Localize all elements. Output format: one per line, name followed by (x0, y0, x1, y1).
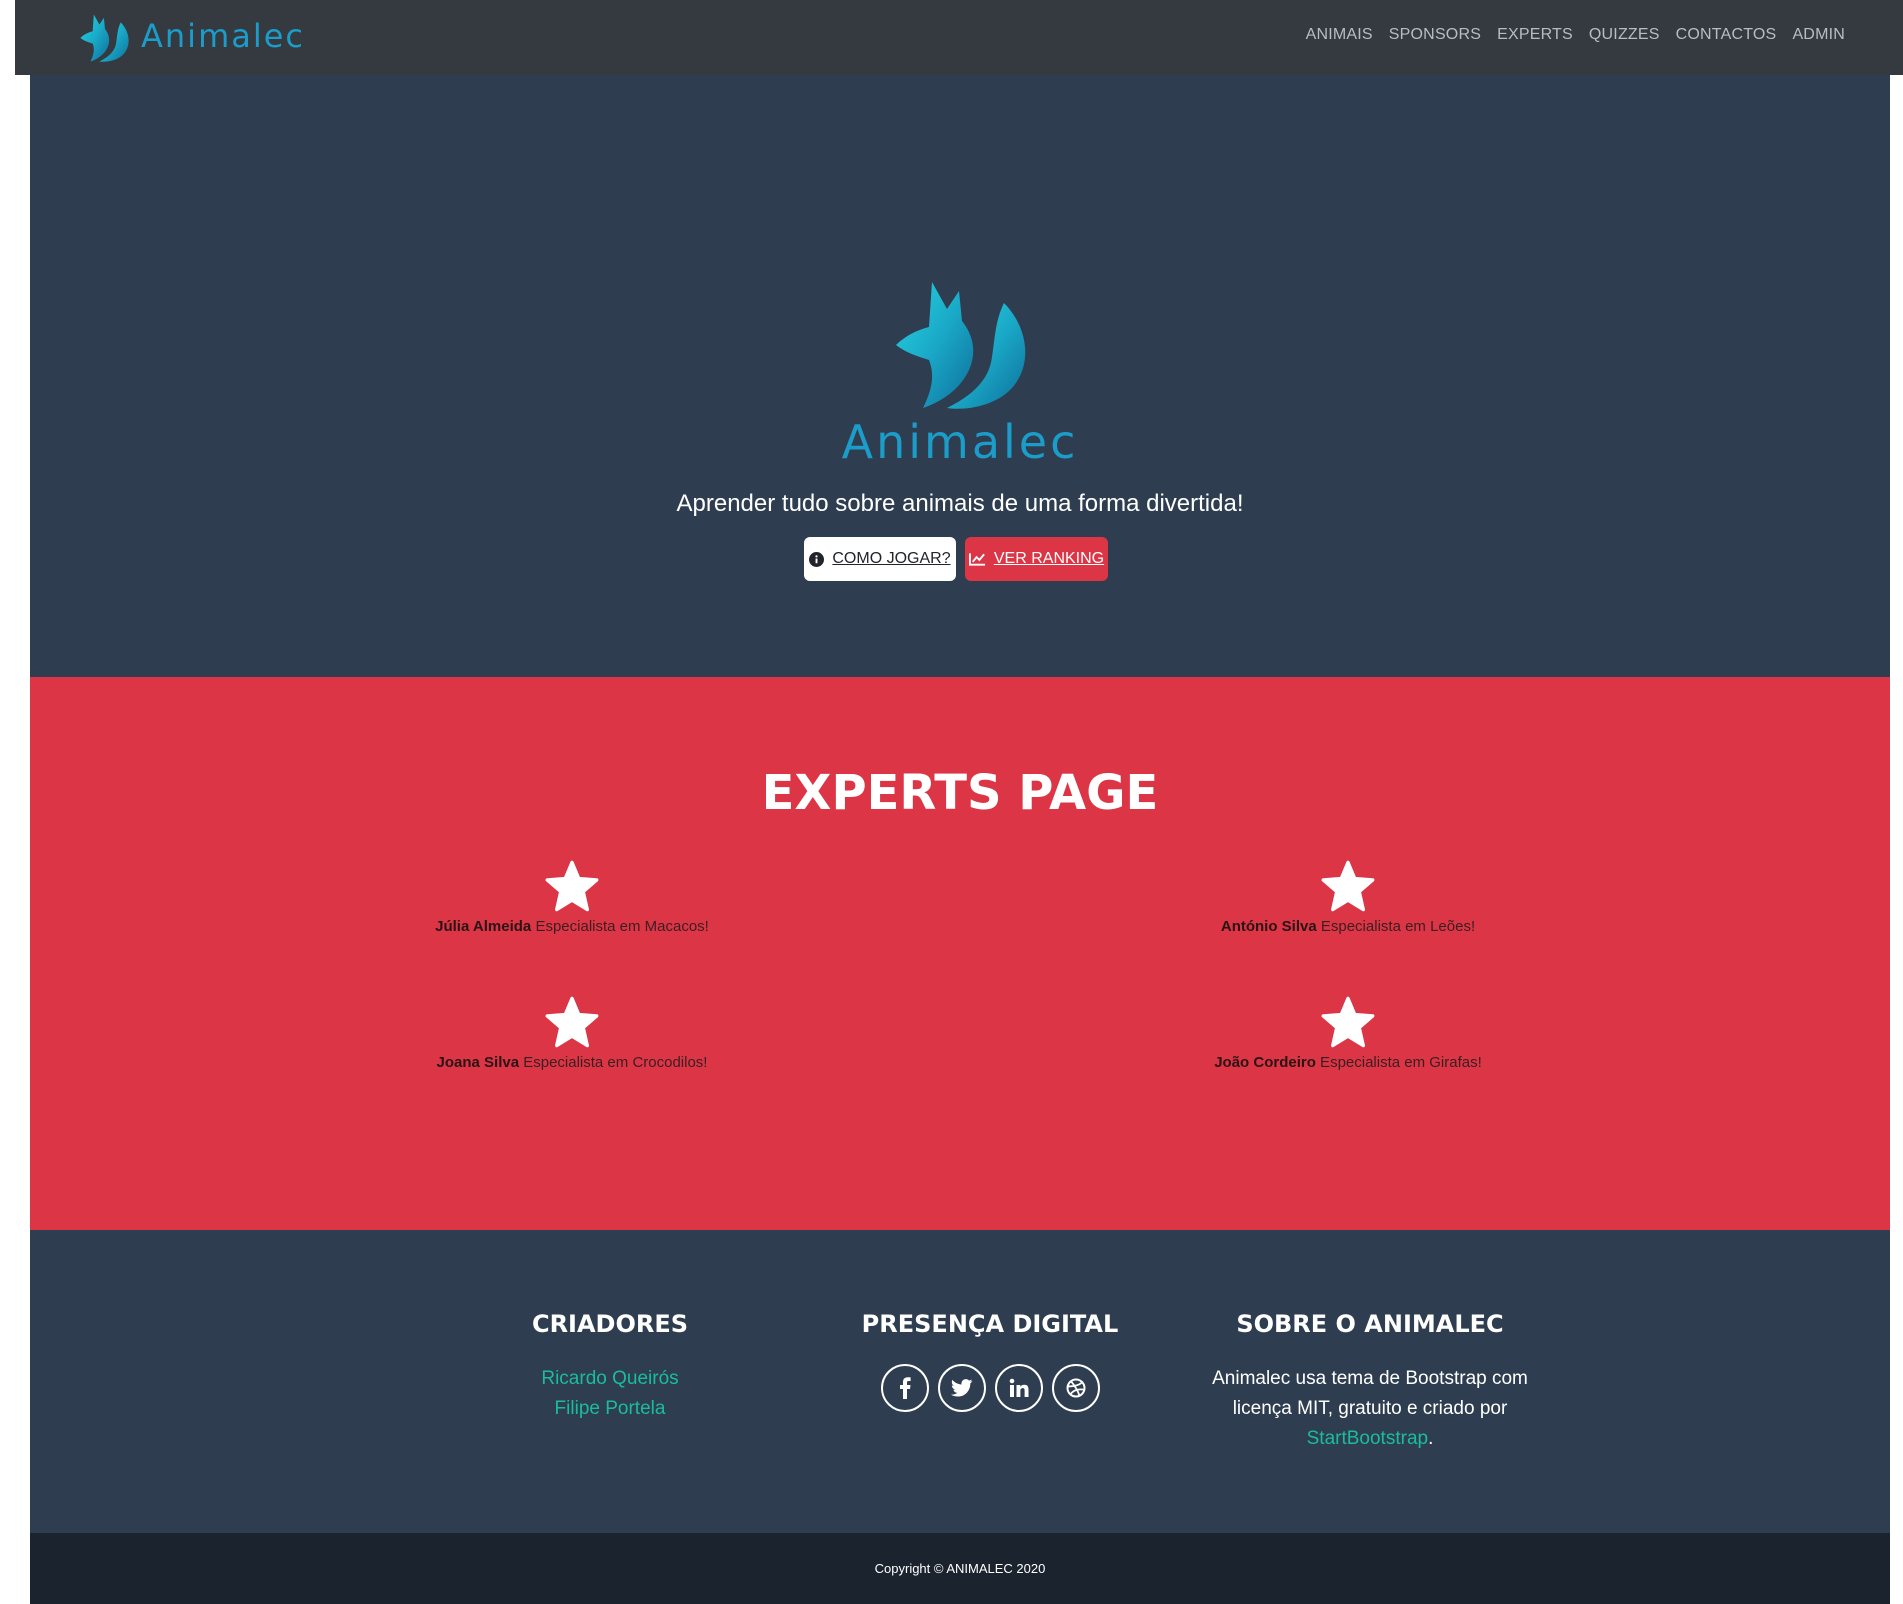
footer-creators: CRIADORES Ricardo Queirós Filipe Portela (410, 1310, 810, 1424)
expert-item: João Cordeiro Especialista em Girafas! (1148, 996, 1548, 1071)
star-icon (545, 996, 599, 1048)
footer: CRIADORES Ricardo Queirós Filipe Portela… (30, 1230, 1890, 1533)
navbar: Animalec ANIMAIS SPONSORS EXPERTS QUIZZE… (15, 0, 1903, 75)
startbootstrap-link[interactable]: StartBootstrap (1307, 1428, 1428, 1449)
facebook-icon (899, 1377, 911, 1399)
about-text: Animalec usa tema de Bootstrap com licen… (1200, 1364, 1540, 1454)
creator-link-filipe[interactable]: Filipe Portela (410, 1394, 810, 1424)
about-description: Animalec usa tema de Bootstrap com licen… (1212, 1368, 1528, 1419)
digital-heading: PRESENÇA DIGITAL (861, 1310, 1119, 1338)
creator-link-ricardo[interactable]: Ricardo Queirós (410, 1364, 810, 1394)
experts-title: EXPERTS PAGE (761, 765, 1159, 821)
brand-text: Animalec (141, 17, 306, 55)
chart-line-icon (968, 553, 985, 566)
nav-link-animais[interactable]: ANIMAIS (1306, 26, 1373, 44)
how-to-play-label: COMO JOGAR? (832, 550, 951, 567)
masthead-subtitle: Aprender tudo sobre animais de uma forma… (676, 490, 1244, 517)
expert-specialty: Especialista em Leões! (1316, 918, 1476, 935)
expert-name: Joana Silva (436, 1054, 520, 1071)
masthead: Animalec Aprender tudo sobre animais de … (30, 75, 1890, 677)
social-links (780, 1364, 1200, 1412)
facebook-button[interactable] (880, 1364, 929, 1412)
info-circle-icon (809, 551, 825, 567)
expert-name: Júlia Almeida (435, 918, 532, 935)
expert-specialty: Especialista em Crocodilos! (519, 1054, 708, 1071)
fox-logo-icon (80, 14, 129, 62)
expert-text: Joana Silva Especialista em Crocodilos! (372, 1054, 772, 1071)
brand-link[interactable]: Animalec (77, 12, 305, 64)
expert-name: João Cordeiro (1214, 1054, 1316, 1071)
how-to-play-button[interactable]: COMO JOGAR? (804, 537, 956, 581)
ranking-label: VER RANKING (993, 550, 1105, 567)
nav-link-contactos[interactable]: CONTACTOS (1676, 26, 1777, 44)
ranking-button[interactable]: VER RANKING (965, 537, 1108, 581)
copyright-bar: Copyright © ANIMALEC 2020 (30, 1533, 1890, 1604)
expert-specialty: Especialista em Girafas! (1315, 1054, 1482, 1071)
fox-logo-icon (896, 282, 1026, 409)
nav-links: ANIMAIS SPONSORS EXPERTS QUIZZES CONTACT… (1306, 26, 1845, 44)
expert-item: Joana Silva Especialista em Crocodilos! (372, 996, 772, 1071)
nav-link-admin[interactable]: ADMIN (1792, 26, 1845, 44)
masthead-title: Animalec (841, 415, 1079, 469)
nav-link-experts[interactable]: EXPERTS (1497, 26, 1573, 44)
nav-link-quizzes[interactable]: QUIZZES (1589, 26, 1660, 44)
linkedin-button[interactable] (994, 1364, 1043, 1412)
dribbble-button[interactable] (1051, 1364, 1100, 1412)
expert-specialty: Especialista em Macacos! (531, 918, 709, 935)
about-heading: SOBRE O ANIMALEC (1236, 1310, 1504, 1338)
footer-about: SOBRE O ANIMALEC Animalec usa tema de Bo… (1170, 1310, 1570, 1454)
expert-text: António Silva Especialista em Leões! (1148, 918, 1548, 935)
twitter-button[interactable] (937, 1364, 986, 1412)
star-icon (1321, 860, 1375, 912)
expert-item: Júlia Almeida Especialista em Macacos! (372, 860, 772, 935)
expert-text: Júlia Almeida Especialista em Macacos! (372, 918, 772, 935)
footer-digital: PRESENÇA DIGITAL (780, 1310, 1200, 1412)
expert-item: António Silva Especialista em Leões! (1148, 860, 1548, 935)
experts-section: EXPERTS PAGE Júlia Almeida Especialista … (30, 677, 1890, 1230)
linkedin-icon (1009, 1378, 1028, 1397)
copyright-text: Copyright © ANIMALEC 2020 (874, 1561, 1046, 1576)
dribbble-icon (1066, 1378, 1085, 1398)
creators-heading: CRIADORES (531, 1310, 689, 1338)
expert-text: João Cordeiro Especialista em Girafas! (1148, 1054, 1548, 1071)
expert-name: António Silva (1220, 918, 1317, 935)
star-icon (545, 860, 599, 912)
nav-link-sponsors[interactable]: SPONSORS (1389, 26, 1481, 44)
twitter-icon (950, 1379, 972, 1397)
about-end: . (1428, 1428, 1434, 1449)
star-icon (1321, 996, 1375, 1048)
